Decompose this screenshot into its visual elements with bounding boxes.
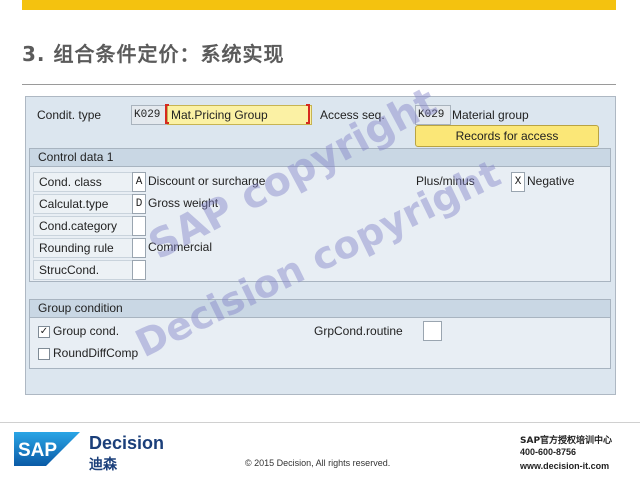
rounding-rule-text: Commercial — [148, 240, 213, 254]
group-condition-group: Group condition ✓ Group cond. RoundDiffC… — [29, 299, 611, 369]
focus-bracket-left — [165, 104, 169, 124]
group-cond-checkbox[interactable]: ✓ — [38, 326, 50, 338]
brand-name-en: Decision — [89, 433, 165, 453]
calculat-type-text: Gross weight — [148, 196, 219, 210]
copyright-text: © 2015 Decision, All rights reserved. — [245, 458, 391, 468]
condit-type-label: Condit. type — [37, 108, 102, 122]
round-diff-label: RoundDiffComp — [53, 346, 139, 360]
plus-minus-label: Plus/minus — [416, 174, 475, 188]
title-divider — [22, 84, 616, 85]
control-data-group: Control data 1 Cond. class A Discount or… — [29, 148, 611, 282]
cond-class-label: Cond. class — [33, 172, 134, 192]
group-cond-label: Group cond. — [53, 324, 120, 338]
sap-logo: SAP — [14, 432, 80, 466]
contact-line-1: SAP官方授权培训中心 — [520, 436, 613, 446]
records-for-access-button[interactable]: Records for access — [415, 125, 599, 147]
plus-minus-field[interactable]: X — [511, 172, 525, 192]
control-data-title: Control data 1 — [30, 149, 610, 167]
struc-cond-label: StrucCond. — [33, 260, 134, 280]
sap-logo-text: SAP — [18, 440, 57, 461]
condit-type-name-field[interactable]: Mat.Pricing Group — [167, 105, 312, 125]
grp-cond-routine-label: GrpCond.routine — [314, 324, 403, 338]
round-diff-checkbox[interactable] — [38, 348, 50, 360]
condit-type-code-field[interactable]: K029 — [131, 105, 167, 125]
cond-category-label: Cond.category — [33, 216, 134, 236]
struc-cond-field[interactable] — [132, 260, 146, 280]
rounding-rule-label: Rounding rule — [33, 238, 134, 258]
rounding-rule-field[interactable] — [132, 238, 146, 258]
cond-class-field[interactable]: A — [132, 172, 146, 192]
cond-category-field[interactable] — [132, 216, 146, 236]
access-seq-label: Access seq. — [320, 108, 385, 122]
focus-bracket-right — [306, 104, 310, 124]
access-seq-name: Material group — [452, 108, 529, 122]
sap-condition-screen: Condit. type K029 Mat.Pricing Group Acce… — [25, 96, 616, 395]
grp-cond-routine-field[interactable] — [423, 321, 442, 341]
brand-name-cn: 迪森 — [89, 457, 117, 473]
contact-phone: 400-600-8756 — [520, 447, 577, 457]
slide-title: 3. 组合条件定价：系统实现 — [22, 42, 285, 66]
cond-class-text: Discount or surcharge — [148, 174, 266, 188]
access-seq-code-field[interactable]: K029 — [415, 105, 451, 125]
plus-minus-text: Negative — [527, 174, 575, 188]
top-accent-bar — [22, 0, 616, 10]
group-condition-title: Group condition — [30, 300, 610, 318]
footer-divider — [0, 422, 640, 423]
calculat-type-label: Calculat.type — [33, 194, 134, 214]
calculat-type-field[interactable]: D — [132, 194, 146, 214]
contact-website: www.decision-it.com — [520, 461, 610, 471]
